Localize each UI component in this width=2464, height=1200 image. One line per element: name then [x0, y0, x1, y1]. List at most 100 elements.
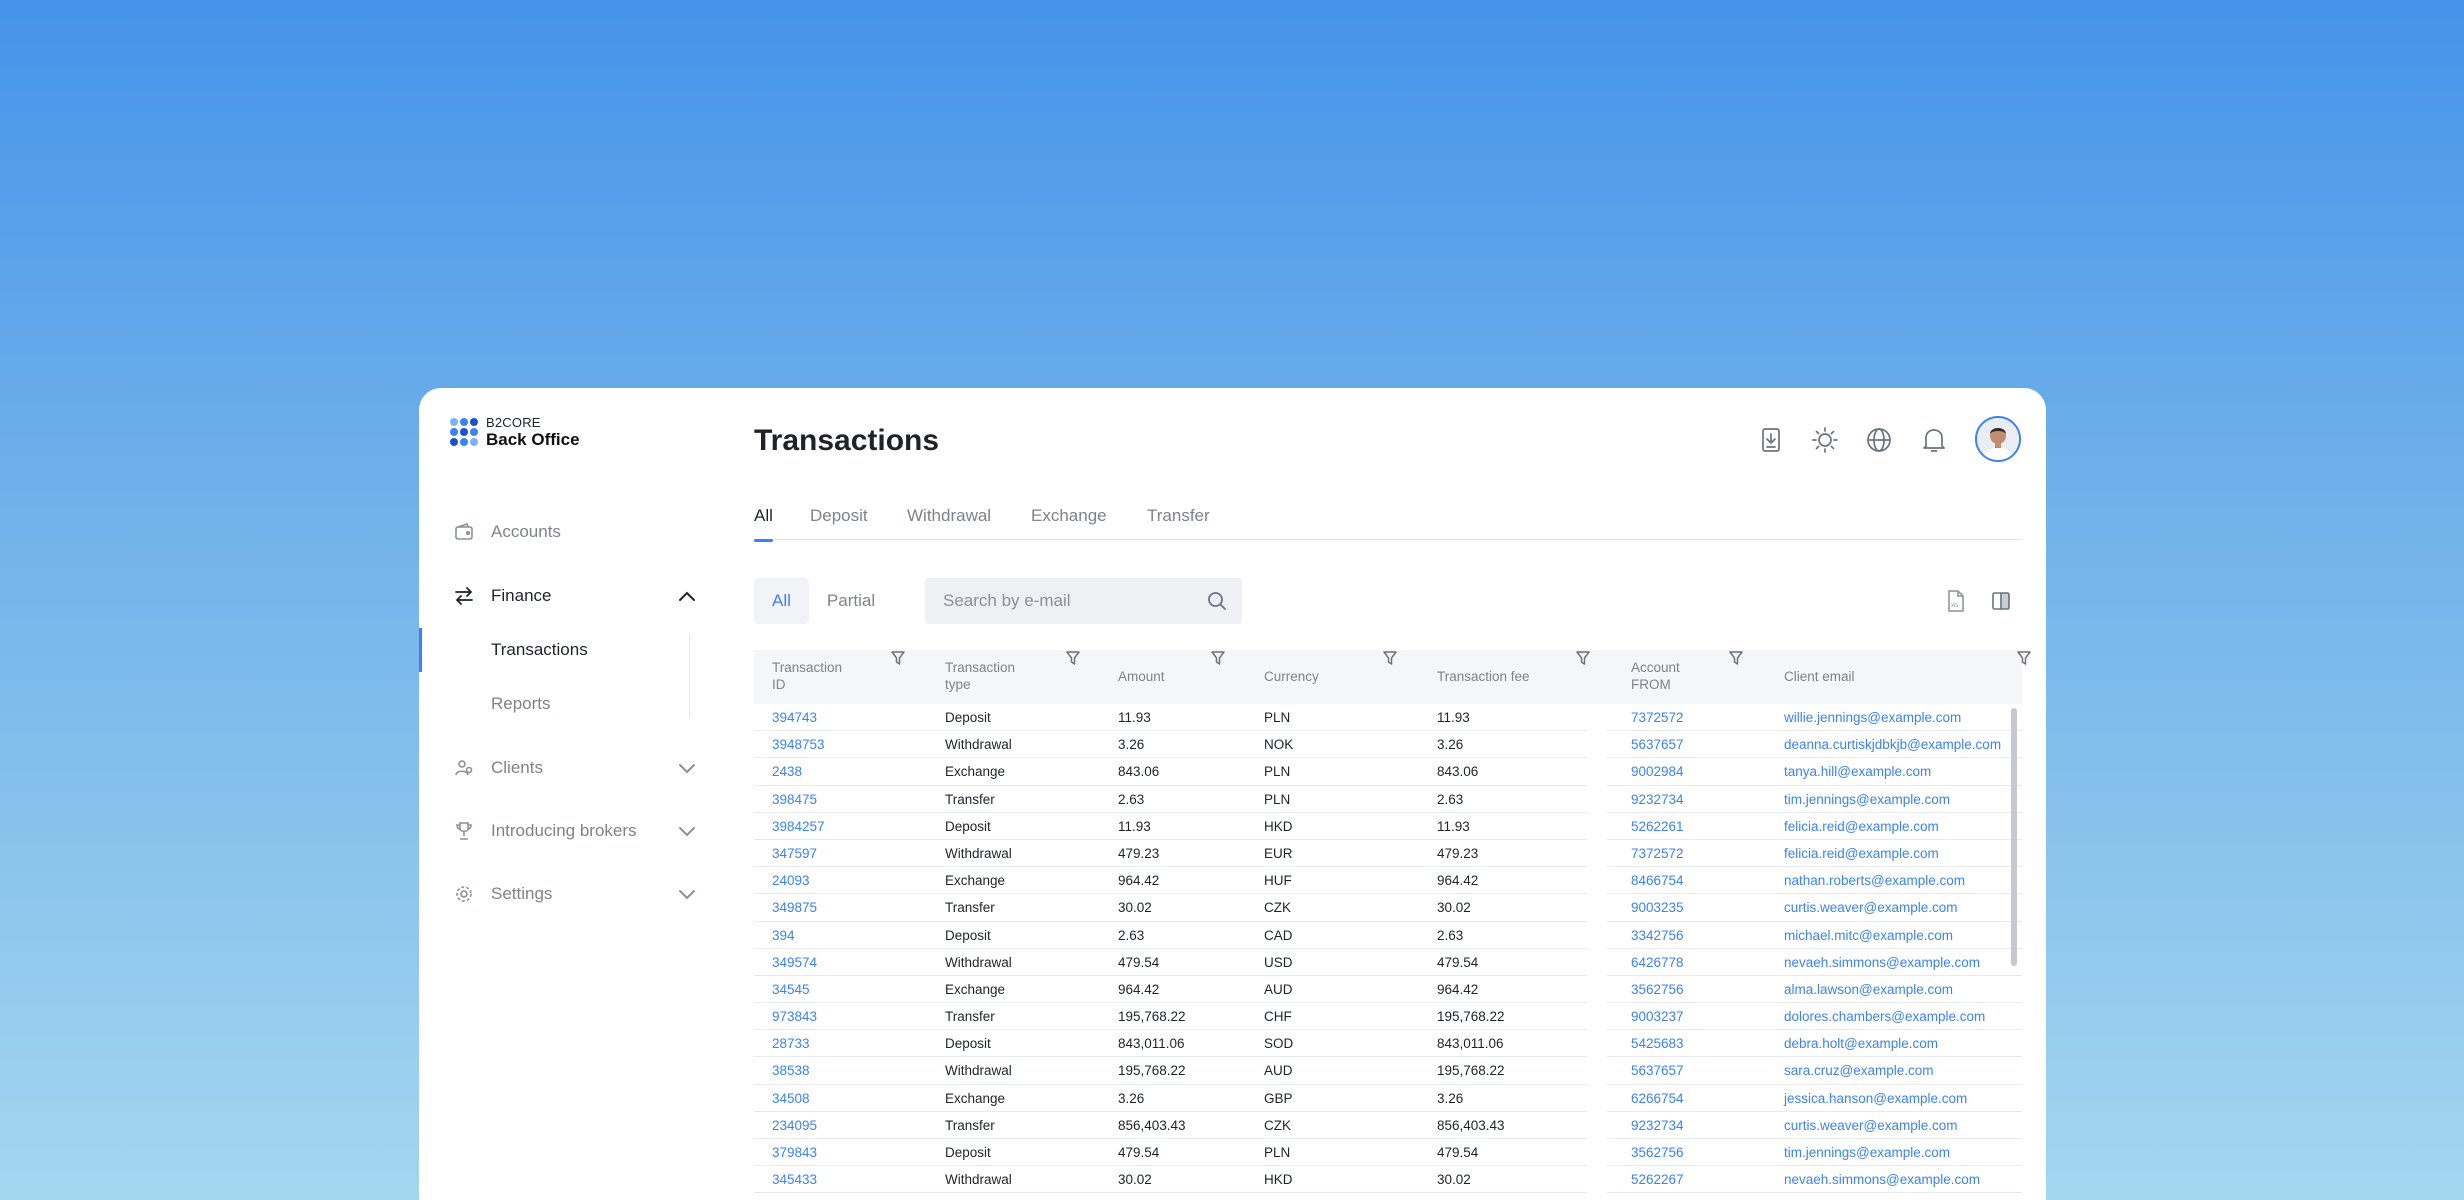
table-row[interactable]: 34508 Exchange 3.26 GBP 3.26 6266754 jessica.h… [754, 1085, 2022, 1112]
cell-transaction-id[interactable]: 38538 [772, 1057, 810, 1084]
column-header-amount[interactable]: Amount [1118, 650, 1165, 704]
cell-client-email[interactable]: nevaeh.simmons@example.com [1784, 949, 1980, 976]
columns-icon[interactable] [1986, 586, 2016, 616]
cell-client-email[interactable]: debra.holt@example.com [1784, 1030, 1938, 1057]
filter-icon[interactable] [1575, 650, 1591, 671]
segment-partial[interactable]: Partial [809, 578, 893, 624]
cell-transaction-id[interactable]: 28733 [772, 1030, 810, 1057]
chevron-up-icon[interactable] [676, 585, 698, 607]
logo[interactable]: B2CORE Back Office [450, 416, 580, 448]
cell-account-from[interactable]: 3342756 [1631, 922, 1684, 949]
segment-all[interactable]: All [754, 578, 809, 624]
cell-client-email[interactable]: nathan.roberts@example.com [1784, 867, 1965, 894]
cell-transaction-id[interactable]: 379843 [772, 1139, 817, 1166]
cell-client-email[interactable]: michael.mitc@example.com [1784, 922, 1953, 949]
cell-transaction-id[interactable]: 34545 [772, 976, 810, 1003]
cell-transaction-id[interactable]: 394743 [772, 704, 817, 731]
bell-icon[interactable] [1916, 422, 1952, 458]
tab-withdrawal[interactable]: Withdrawal [907, 506, 991, 540]
cell-account-from[interactable]: 9232734 [1631, 786, 1684, 813]
table-row[interactable]: 3984257 Deposit 11.93 HKD 11.93 5262261 felici… [754, 813, 2022, 840]
cell-client-email[interactable]: sara.cruz@example.com [1784, 1057, 1934, 1084]
search-input[interactable] [925, 578, 1185, 624]
cell-client-email[interactable]: tanya.hill@example.com [1784, 758, 1931, 785]
sidebar-item-settings[interactable]: Settings [419, 874, 719, 914]
column-header-transaction-fee[interactable]: Transaction fee [1437, 650, 1530, 704]
cell-client-email[interactable]: felicia.reid@example.com [1784, 813, 1939, 840]
chevron-down-icon[interactable] [676, 757, 698, 779]
cell-account-from[interactable]: 3562756 [1631, 1139, 1684, 1166]
cell-transaction-id[interactable]: 2438 [772, 758, 802, 785]
table-row[interactable]: 24093 Exchange 964.42 HUF 964.42 8466754 natha… [754, 867, 2022, 895]
filter-icon[interactable] [2016, 650, 2032, 671]
avatar[interactable] [1975, 416, 2021, 462]
filter-icon[interactable] [1210, 650, 1226, 671]
cell-account-from[interactable]: 6426778 [1631, 949, 1684, 976]
cell-account-from[interactable]: 5637657 [1631, 731, 1684, 758]
cell-client-email[interactable]: alma.lawson@example.com [1784, 976, 1953, 1003]
table-row[interactable]: 394743 Deposit 11.93 PLN 11.93 7372572 willie.… [754, 704, 2022, 732]
column-header-account-from[interactable]: Account FROM [1631, 650, 1680, 704]
globe-icon[interactable] [1861, 422, 1897, 458]
cell-transaction-id[interactable]: 349875 [772, 894, 817, 921]
filter-icon[interactable] [890, 650, 906, 671]
cell-account-from[interactable]: 9002984 [1631, 758, 1684, 785]
sidebar-subitem-transactions[interactable]: Transactions [419, 628, 719, 672]
table-row[interactable]: 2438 Exchange 843.06 PLN 843.06 9002984 tanya.… [754, 758, 2022, 786]
table-row[interactable]: 38538 Withdrawal 195,768.22 AUD 195,768.22 56… [754, 1057, 2022, 1085]
tab-all[interactable]: All [754, 506, 773, 542]
cell-transaction-id[interactable]: 3948753 [772, 731, 825, 758]
cell-account-from[interactable]: 3562756 [1631, 976, 1684, 1003]
cell-client-email[interactable]: jessica.hanson@example.com [1784, 1085, 1967, 1112]
chevron-down-icon[interactable] [676, 883, 698, 905]
cell-account-from[interactable]: 5637657 [1631, 1057, 1684, 1084]
cell-transaction-id[interactable]: 973843 [772, 1003, 817, 1030]
cell-client-email[interactable]: curtis.weaver@example.com [1784, 894, 1958, 921]
cell-transaction-id[interactable]: 398475 [772, 786, 817, 813]
column-header-transaction-type[interactable]: Transaction type [945, 650, 1015, 704]
filter-icon[interactable] [1382, 650, 1398, 671]
table-row[interactable]: 349875 Transfer 30.02 CZK 30.02 9003235 curtis… [754, 894, 2022, 922]
cell-client-email[interactable]: willie.jennings@example.com [1784, 704, 1961, 731]
cell-transaction-id[interactable]: 3984257 [772, 813, 825, 840]
cell-account-from[interactable]: 6266754 [1631, 1085, 1684, 1112]
cell-account-from[interactable]: 9003237 [1631, 1003, 1684, 1030]
column-header-transaction-id[interactable]: Transaction ID [772, 650, 842, 704]
cell-account-from[interactable]: 5262267 [1631, 1166, 1684, 1193]
cell-account-from[interactable]: 7372572 [1631, 704, 1684, 731]
cell-transaction-id[interactable]: 347597 [772, 840, 817, 867]
table-row[interactable]: 234095 Transfer 856,403.43 CZK 856,403.43 923… [754, 1112, 2022, 1139]
cell-transaction-id[interactable]: 34508 [772, 1085, 810, 1112]
table-row[interactable]: 34545 Exchange 964.42 AUD 964.42 3562756 alma.… [754, 976, 2022, 1004]
cell-client-email[interactable]: tim.jennings@example.com [1784, 1139, 1950, 1166]
table-row[interactable]: 3948753 Withdrawal 3.26 NOK 3.26 5637657 deann… [754, 731, 2022, 759]
cell-account-from[interactable]: 5425683 [1631, 1030, 1684, 1057]
table-row[interactable]: 394 Deposit 2.63 CAD 2.63 3342756 michael.mitc… [754, 922, 2022, 949]
chevron-down-icon[interactable] [676, 820, 698, 842]
column-header-client-email[interactable]: Client email [1784, 650, 1855, 704]
cell-transaction-id[interactable]: 394 [772, 922, 795, 949]
cell-client-email[interactable]: felicia.reid@example.com [1784, 840, 1939, 867]
cell-client-email[interactable]: dolores.chambers@example.com [1784, 1003, 1985, 1030]
sidebar-item-introducing-brokers[interactable]: Introducing brokers [419, 811, 719, 851]
sidebar-item-accounts[interactable]: Accounts [419, 512, 719, 552]
cell-transaction-id[interactable]: 234095 [772, 1112, 817, 1139]
cell-transaction-id[interactable]: 345433 [772, 1166, 817, 1193]
tab-exchange[interactable]: Exchange [1031, 506, 1107, 540]
cell-client-email[interactable]: tim.jennings@example.com [1784, 786, 1950, 813]
cell-client-email[interactable]: curtis.weaver@example.com [1784, 1112, 1958, 1139]
export-xls-icon[interactable]: xls [1941, 586, 1971, 616]
filter-icon[interactable] [1728, 650, 1744, 671]
filter-icon[interactable] [1065, 650, 1081, 671]
cell-account-from[interactable]: 9003235 [1631, 894, 1684, 921]
search-icon[interactable] [1206, 590, 1228, 617]
table-row[interactable]: 379843 Deposit 479.54 PLN 479.54 3562756 tim.j… [754, 1139, 2022, 1167]
table-row[interactable]: 398475 Transfer 2.63 PLN 2.63 9232734 tim.jenn… [754, 786, 2022, 813]
table-row[interactable]: 973843 Transfer 195,768.22 CHF 195,768.22 900… [754, 1003, 2022, 1031]
cell-client-email[interactable]: deanna.curtiskjdbkjb@example.com [1784, 731, 2001, 758]
table-row[interactable]: 28733 Deposit 843,011.06 SOD 843,011.06 54256… [754, 1030, 2022, 1058]
column-header-currency[interactable]: Currency [1264, 650, 1319, 704]
table-row[interactable]: 349574 Withdrawal 479.54 USD 479.54 6426778 ne… [754, 949, 2022, 976]
cell-account-from[interactable]: 8466754 [1631, 867, 1684, 894]
cell-client-email[interactable]: nevaeh.simmons@example.com [1784, 1166, 1980, 1193]
